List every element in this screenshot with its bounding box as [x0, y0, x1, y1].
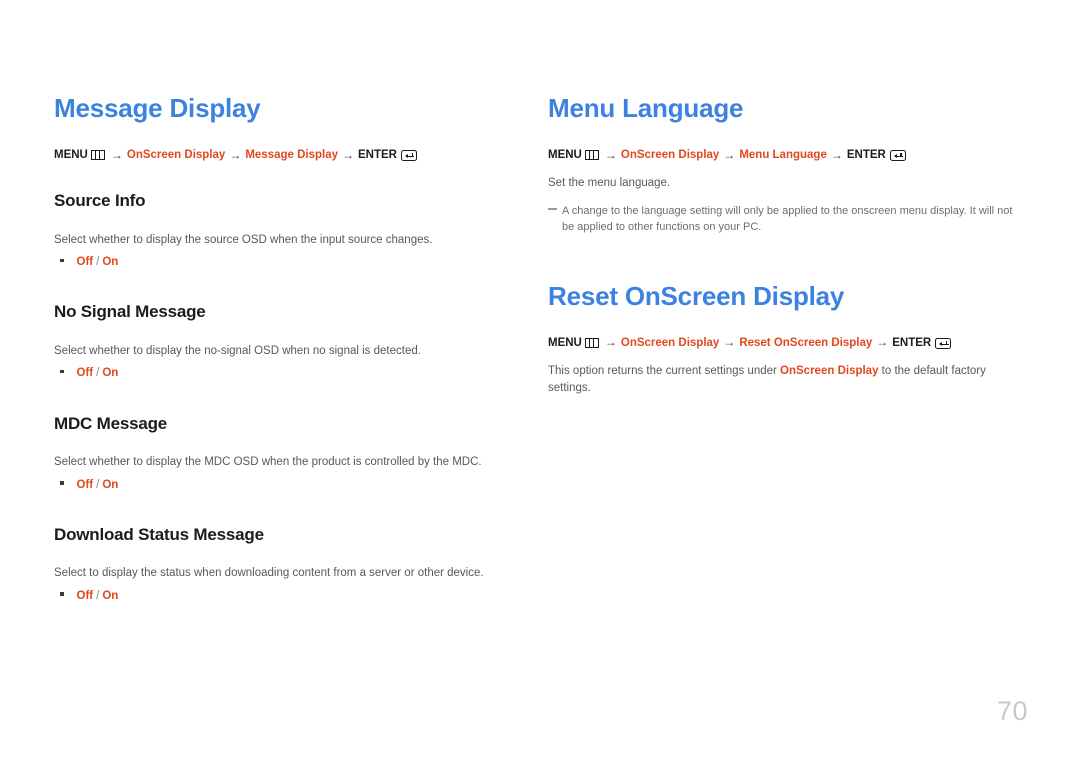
option-off[interactable]: Off	[77, 588, 94, 604]
square-bullet-icon	[60, 258, 64, 263]
page-number: 70	[996, 696, 1028, 726]
arrow-icon: →	[604, 147, 617, 162]
arrow-icon: →	[723, 147, 736, 162]
option-list-item-download-status-message: Off / On	[54, 588, 506, 604]
option-separator: /	[96, 367, 100, 380]
page-title-reset-onscreen-display: Reset OnScreen Display	[548, 280, 845, 311]
description-menu-language: Set the menu language.	[548, 177, 671, 190]
description-reset-onscreen-display: This option returns the current settings…	[548, 363, 1016, 396]
square-bullet-icon	[60, 369, 64, 374]
square-bullet-icon	[60, 592, 64, 596]
option-separator: /	[96, 256, 100, 269]
arrow-icon: →	[604, 335, 617, 350]
breadcrumb-link-message-display[interactable]: Message Display	[245, 148, 338, 163]
option-on[interactable]: On	[102, 254, 118, 270]
menu-icon	[90, 150, 105, 161]
arrow-icon: →	[876, 335, 889, 350]
breadcrumb-message-display: MENU → OnScreen Display → Message Displa…	[54, 148, 506, 164]
section-description-mdc-message: Select whether to display the MDC OSD wh…	[54, 455, 482, 468]
square-bullet-icon	[60, 481, 64, 485]
option-separator: /	[96, 589, 100, 602]
breadcrumb-menu-label: MENU	[54, 148, 88, 161]
breadcrumb-link-menu-language[interactable]: Menu Language	[739, 148, 827, 163]
option-off[interactable]: Off	[77, 477, 94, 493]
breadcrumb-menu-language: MENU → OnScreen Display → Menu Language …	[548, 148, 1016, 164]
enter-return-icon	[889, 149, 906, 161]
breadcrumb-menu-label: MENU	[548, 148, 582, 161]
option-off[interactable]: Off	[77, 365, 94, 381]
breadcrumb-menu-label: MENU	[548, 336, 582, 349]
breadcrumb-link-onscreen-display[interactable]: OnScreen Display	[621, 336, 719, 351]
page-title-message-display: Message Display	[54, 93, 261, 123]
section-title-no-signal-message: No Signal Message	[54, 302, 206, 322]
page-title-menu-language: Menu Language	[548, 93, 744, 123]
left-column: Message Display MENU → OnScreen Display …	[54, 94, 506, 604]
option-off[interactable]: Off	[77, 254, 94, 270]
description-highlight-onscreen-display: OnScreen Display	[780, 365, 879, 378]
menu-icon	[584, 150, 599, 161]
breadcrumb-link-reset-onscreen-display[interactable]: Reset OnScreen Display	[739, 336, 872, 351]
breadcrumb-enter-label: ENTER	[358, 148, 397, 161]
arrow-icon: →	[723, 335, 736, 350]
menu-icon	[584, 338, 599, 349]
section-title-source-info: Source Info	[54, 191, 146, 211]
breadcrumb-reset-onscreen-display: MENU → OnScreen Display → Reset OnScreen…	[548, 335, 1016, 351]
description-part1: This option returns the current settings…	[548, 365, 781, 378]
arrow-icon: →	[110, 147, 123, 162]
right-column: Menu Language MENU → OnScreen Display → …	[548, 94, 1016, 396]
option-list-item-source-info: Off / On	[54, 254, 506, 270]
section-description-no-signal-message: Select whether to display the no-signal …	[54, 344, 421, 357]
breadcrumb-link-onscreen-display[interactable]: OnScreen Display	[621, 148, 719, 163]
breadcrumb-enter-label: ENTER	[846, 148, 886, 161]
option-list-item-no-signal-message: Off / On	[54, 365, 506, 381]
section-description-download-status-message: Select to display the status when downlo…	[54, 567, 484, 580]
breadcrumb-enter-label: ENTER	[892, 336, 932, 349]
option-on[interactable]: On	[102, 588, 118, 604]
enter-return-icon	[400, 149, 417, 161]
section-description-source-info: Select whether to display the source OSD…	[54, 233, 433, 246]
option-separator: /	[96, 478, 100, 491]
arrow-icon: →	[830, 147, 843, 162]
note-text: A change to the language setting will on…	[562, 204, 1013, 234]
option-on[interactable]: On	[102, 477, 118, 493]
arrow-icon: →	[229, 147, 242, 162]
enter-return-icon	[935, 337, 952, 349]
arrow-icon: →	[342, 147, 354, 162]
section-title-mdc-message: MDC Message	[54, 413, 168, 433]
section-title-download-status-message: Download Status Message	[54, 524, 264, 544]
option-on[interactable]: On	[102, 365, 118, 381]
option-list-item-mdc-message: Off / On	[54, 477, 506, 493]
breadcrumb-link-onscreen-display[interactable]: OnScreen Display	[127, 148, 225, 163]
note-menu-language: A change to the language setting will on…	[548, 203, 1016, 236]
document-page: Message Display MENU → OnScreen Display …	[0, 0, 1080, 763]
em-dash-icon	[548, 208, 557, 210]
